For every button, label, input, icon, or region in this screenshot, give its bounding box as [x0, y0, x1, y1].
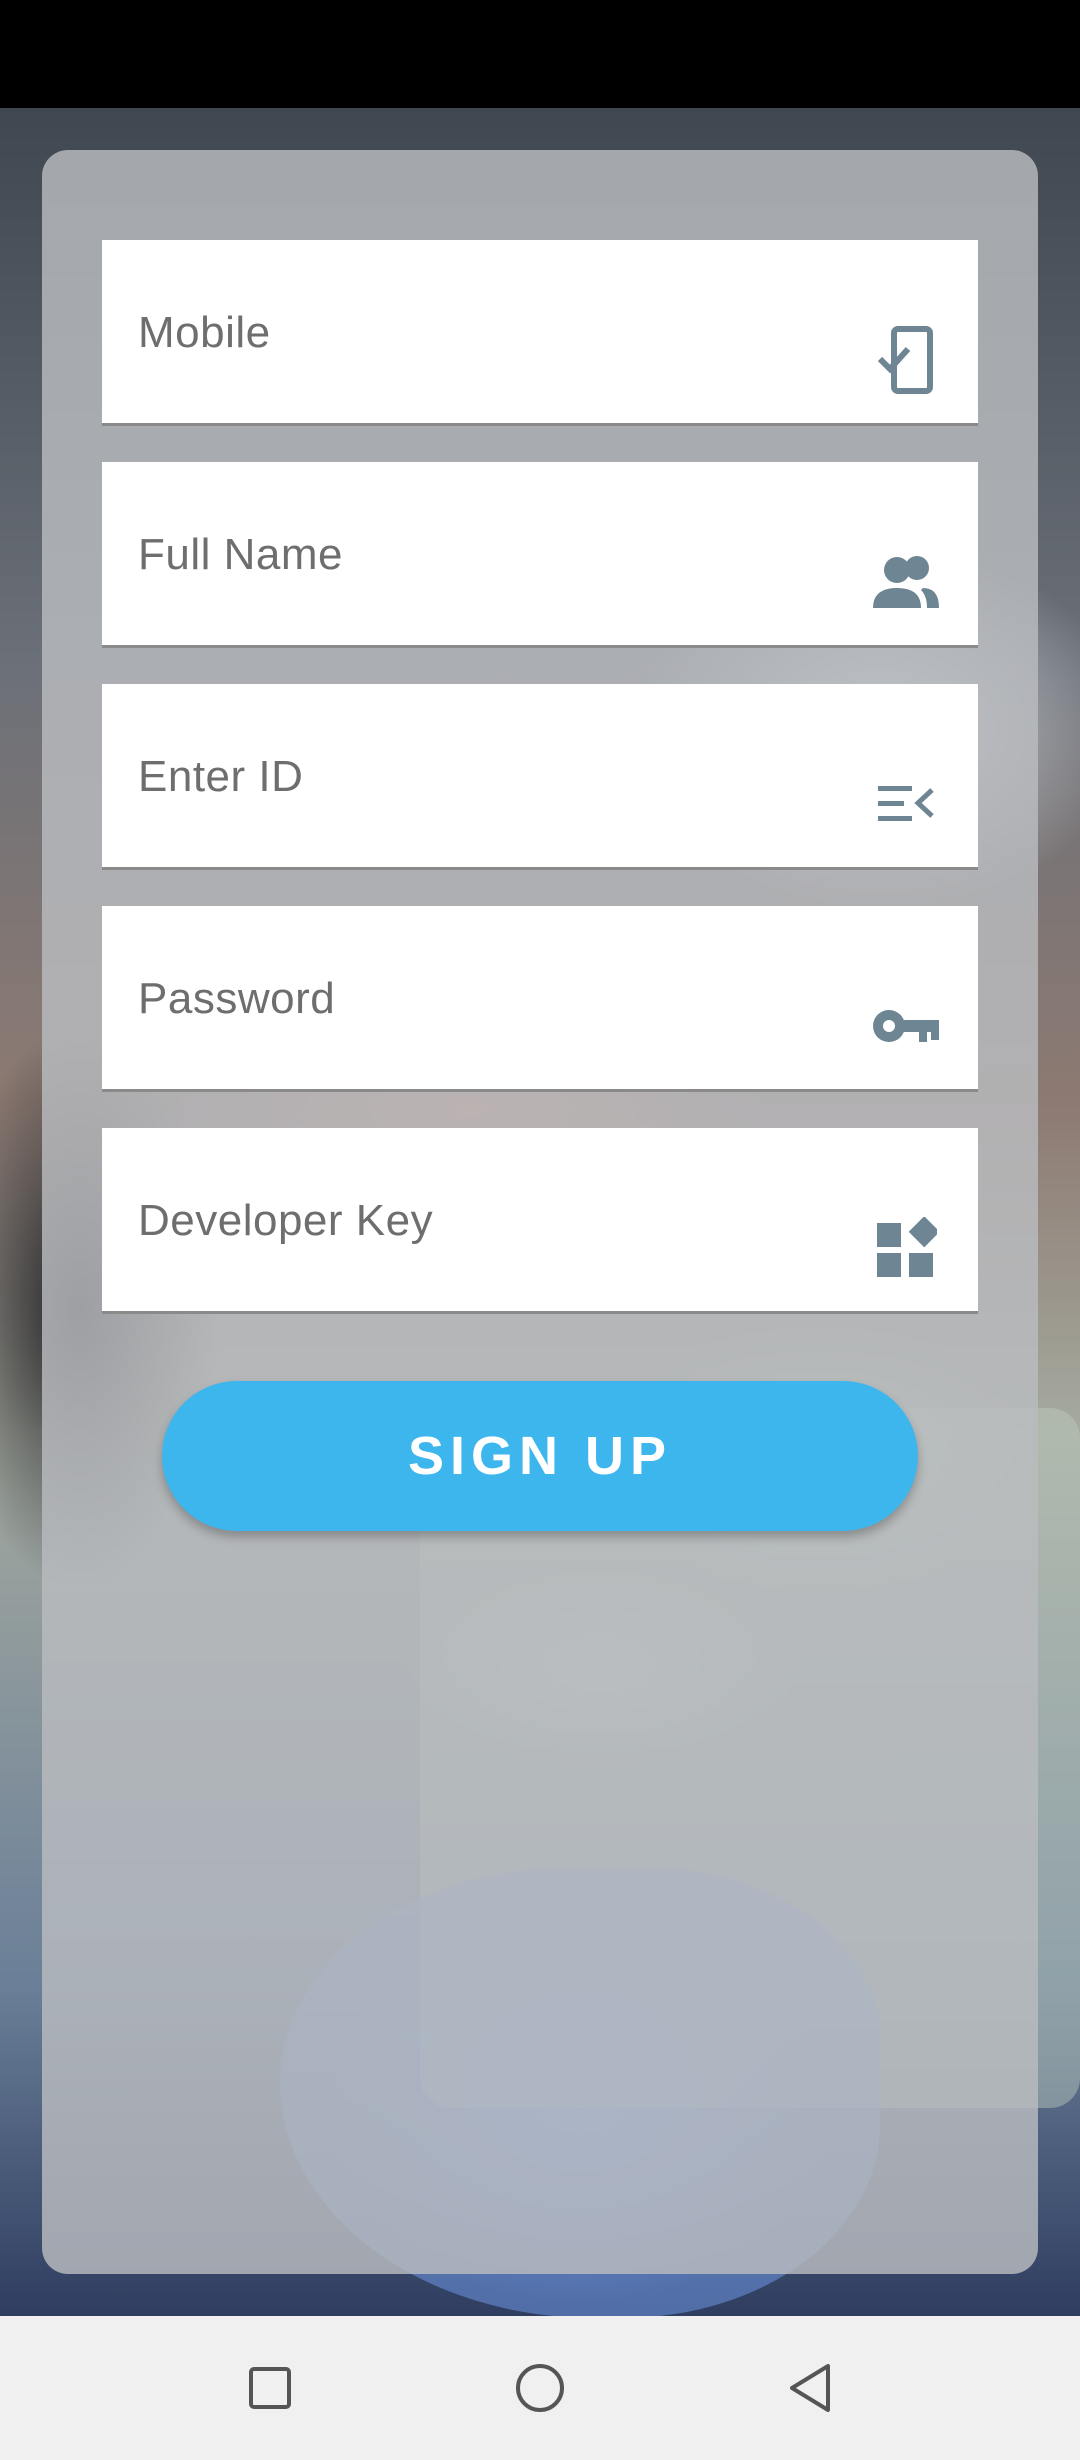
developer-key-field[interactable]: Developer Key: [102, 1128, 978, 1314]
password-field-label: Password: [138, 974, 336, 1023]
back-triangle-icon[interactable]: [782, 2360, 838, 2416]
mobile-field-label: Mobile: [138, 308, 271, 357]
full-name-field[interactable]: Full Name: [102, 462, 978, 648]
navigation-bar: [0, 2316, 1080, 2460]
status-bar: [0, 0, 1080, 108]
password-field[interactable]: Password: [102, 906, 978, 1092]
mobile-field[interactable]: Mobile: [102, 240, 978, 426]
developer-key-field-label: Developer Key: [138, 1196, 434, 1245]
full-name-field-label: Full Name: [138, 530, 343, 579]
list-id-icon: [870, 768, 942, 840]
sign-up-button[interactable]: SIGN UP: [162, 1381, 918, 1531]
mobile-check-icon: [870, 324, 942, 396]
recents-square-icon[interactable]: [242, 2360, 298, 2416]
people-icon: [870, 546, 942, 618]
widgets-icon: [870, 1212, 942, 1284]
enter-id-field-label: Enter ID: [138, 752, 304, 801]
enter-id-field[interactable]: Enter ID: [102, 684, 978, 870]
key-icon: [870, 990, 942, 1062]
home-circle-icon[interactable]: [512, 2360, 568, 2416]
